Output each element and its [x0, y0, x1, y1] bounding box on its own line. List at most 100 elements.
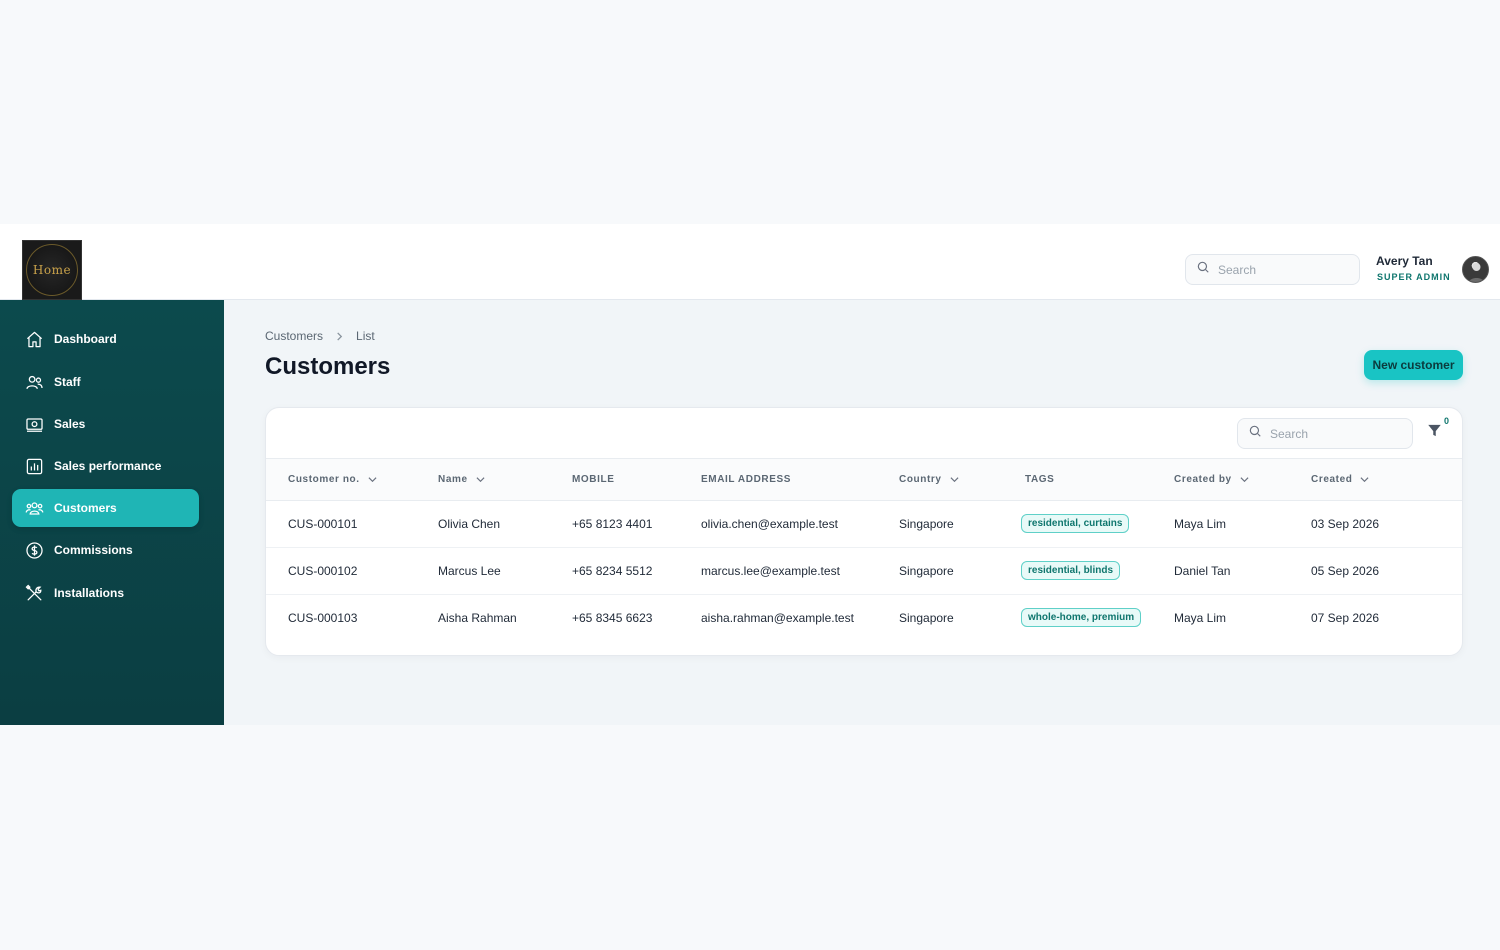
logo-emblem: Home: [26, 244, 78, 296]
customers-icon: [24, 498, 44, 518]
sidebar-item-label: Sales: [54, 417, 86, 431]
filter-icon: [1427, 423, 1442, 443]
chevron-down-icon: [368, 475, 377, 484]
cell-created: 03 Sep 2026: [1311, 500, 1462, 548]
cell-email: aisha.rahman@example.test: [701, 610, 854, 625]
sidebar-item-installations[interactable]: Installations: [12, 574, 199, 612]
logo-text: Home: [32, 263, 72, 277]
cell-created-by: Maya Lim: [1174, 610, 1227, 625]
cell-tags: whole-home, premium: [1021, 594, 1174, 641]
cell-name: Aisha Rahman: [438, 610, 517, 625]
breadcrumb-current: List: [356, 329, 375, 343]
column-header-email: EMAIL ADDRESS: [701, 459, 899, 501]
global-search[interactable]: [1185, 254, 1360, 285]
table-header-row: Customer no. Name MOBILE EMAIL ADDRESS C…: [266, 459, 1462, 501]
column-header-label: MOBILE: [572, 473, 615, 485]
column-header-label: Name: [438, 473, 468, 485]
breadcrumb: Customers List: [265, 329, 375, 343]
column-header-label: Country: [899, 473, 942, 485]
main-content: Customers List Customers New customer Se…: [224, 300, 1500, 725]
cell-country: Singapore: [899, 610, 954, 625]
sidebar-item-label: Installations: [54, 586, 125, 600]
cell-tags: residential, curtains: [1021, 500, 1174, 548]
cell-country: Singapore: [899, 547, 1025, 595]
tag-badge: residential, blinds: [1021, 561, 1121, 580]
user-info[interactable]: Avery Tan SUPER ADMIN: [1376, 254, 1451, 282]
cell-email: marcus.lee@example.test: [701, 547, 899, 595]
home-icon: [24, 329, 44, 349]
cell-created: 05 Sep 2026: [1311, 547, 1462, 595]
table-toolbar: 0: [266, 408, 1462, 459]
column-header-label: Created: [1311, 473, 1353, 485]
top-bar: Home Avery Tan SUPER ADMIN: [0, 224, 1500, 300]
avatar[interactable]: [1462, 256, 1489, 283]
new-customer-button[interactable]: New customer: [1364, 350, 1463, 380]
cell-email: olivia.chen@example.test: [701, 500, 899, 548]
cell-tags: residential, blinds: [1021, 547, 1174, 595]
cell-created-by: Daniel Tan: [1174, 547, 1311, 595]
column-header-created-by[interactable]: Created by: [1174, 459, 1311, 501]
filter-button[interactable]: [1424, 423, 1444, 443]
column-header-label: EMAIL ADDRESS: [701, 473, 792, 485]
cell-customer-no: CUS-000103: [288, 610, 358, 625]
cell-name: Marcus Lee: [438, 547, 572, 595]
search-icon: [1196, 260, 1210, 279]
customers-table: Customer no. Name MOBILE EMAIL ADDRESS C…: [266, 459, 1462, 641]
cell-customer-no: CUS-000102: [266, 547, 438, 595]
sidebar-item-customers[interactable]: Customers: [12, 489, 199, 527]
bar-chart-icon: [24, 456, 44, 476]
sidebar-item-staff[interactable]: Staff: [12, 363, 199, 401]
sidebar-item-label: Staff: [54, 375, 81, 389]
column-header-customer-no[interactable]: Customer no.: [266, 459, 438, 501]
table-row[interactable]: CUS-000102 Marcus Lee +65 8234 5512 marc…: [266, 547, 1462, 595]
tag-badge: residential, curtains: [1021, 514, 1130, 533]
app-window: Home Avery Tan SUPER ADMIN Dashboard: [0, 224, 1500, 725]
user-name: Avery Tan: [1376, 254, 1433, 268]
breadcrumb-customers-link[interactable]: Customers: [265, 329, 323, 343]
users-icon: [24, 372, 44, 392]
sidebar-item-sales[interactable]: Sales: [12, 405, 199, 443]
company-logo[interactable]: Home: [22, 240, 82, 300]
column-header-created[interactable]: Created: [1311, 459, 1462, 501]
filter-count-badge: 0: [1444, 416, 1450, 426]
cell-country: Singapore: [899, 500, 1025, 548]
page-title: Customers: [265, 353, 391, 380]
sidebar: Dashboard Staff Sales Sales performance …: [0, 300, 224, 725]
column-header-label: Customer no.: [288, 473, 360, 485]
table-search[interactable]: [1237, 418, 1413, 449]
column-header-mobile: MOBILE: [572, 459, 701, 501]
cell-mobile: +65 8234 5512: [572, 547, 701, 595]
cell-mobile: +65 8123 4401: [572, 500, 701, 548]
sidebar-item-label: Sales performance: [54, 459, 162, 473]
tag-badge: whole-home, premium: [1021, 608, 1142, 628]
chevron-right-icon: [335, 331, 344, 341]
sidebar-item-commissions[interactable]: Commissions: [12, 531, 199, 569]
chevron-down-icon: [950, 475, 959, 484]
column-header-label: TAGS: [1025, 473, 1055, 485]
sidebar-item-label: Dashboard: [54, 332, 117, 346]
column-header-tags: TAGS: [1025, 459, 1174, 501]
cell-created: 07 Sep 2026: [1311, 610, 1380, 625]
dollar-circle-icon: [24, 540, 44, 560]
cell-mobile: +65 8345 6623: [572, 610, 653, 625]
cell-created-by: Maya Lim: [1174, 500, 1311, 548]
customers-table-card: 0 Customer no. Name MOBILE EMAIL ADDRESS…: [265, 407, 1463, 656]
column-header-label: Created by: [1174, 473, 1232, 485]
chevron-down-icon: [1360, 475, 1369, 484]
sidebar-item-sales-performance[interactable]: Sales performance: [12, 447, 199, 485]
table-row[interactable]: CUS-000103 Aisha Rahman +65 8345 6623 ai…: [266, 594, 1462, 641]
tools-icon: [24, 583, 44, 603]
cell-customer-no: CUS-000101: [266, 500, 438, 548]
table-search-input[interactable]: [1270, 426, 1390, 441]
chevron-down-icon: [476, 475, 485, 484]
sidebar-item-label: Commissions: [54, 543, 133, 557]
global-search-input[interactable]: [1218, 262, 1338, 277]
user-role: SUPER ADMIN: [1377, 272, 1451, 282]
sidebar-item-dashboard[interactable]: Dashboard: [12, 320, 199, 358]
table-row[interactable]: CUS-000101 Olivia Chen +65 8123 4401 oli…: [266, 500, 1462, 548]
column-header-name[interactable]: Name: [438, 459, 572, 501]
sidebar-item-label: Customers: [54, 501, 117, 515]
cash-icon: [24, 414, 44, 434]
column-header-country[interactable]: Country: [899, 459, 1025, 501]
cell-name: Olivia Chen: [438, 500, 572, 548]
